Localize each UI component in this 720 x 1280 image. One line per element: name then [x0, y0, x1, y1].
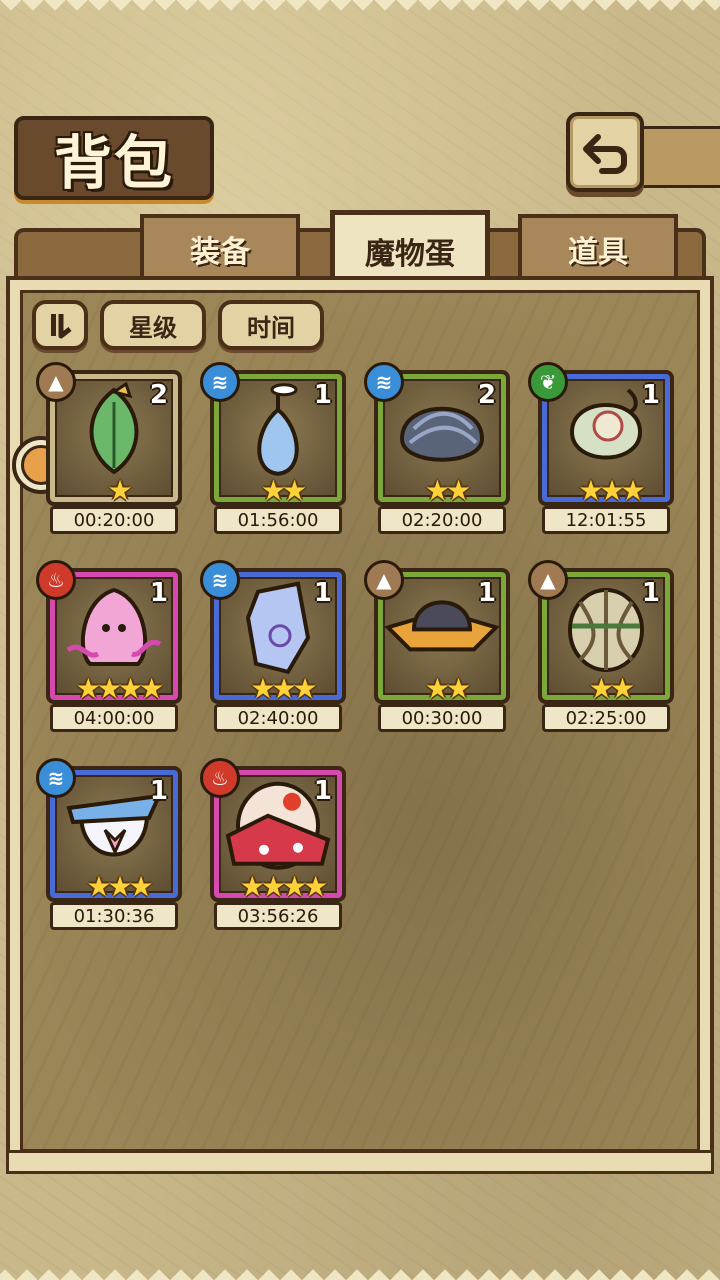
egg-count: 1 — [313, 776, 332, 806]
tab-items-label: 道具 — [568, 235, 628, 270]
egg-card[interactable]: ★ 2 ▲ 00:20:00 — [36, 362, 186, 534]
tab-items[interactable]: 道具 — [518, 214, 678, 280]
egg-count: 1 — [477, 578, 496, 608]
egg-count: 1 — [313, 380, 332, 410]
egg-star-rating: ★ — [107, 474, 132, 506]
egg-count: 1 — [641, 380, 660, 410]
egg-card[interactable]: ★★ 1 ▲ 00:30:00 — [364, 560, 514, 732]
egg-star-rating: ★★★ — [86, 870, 153, 902]
sort-by-time-button[interactable]: 时间 — [218, 300, 324, 350]
egg-star-rating: ★★★★ — [75, 672, 164, 704]
egg-hatch-timer: 03:56:26 — [214, 902, 342, 930]
egg-hatch-timer: 01:56:00 — [214, 506, 342, 534]
element-water-icon: ≋ — [36, 758, 76, 798]
egg-count: 1 — [313, 578, 332, 608]
element-earth-icon: ▲ — [36, 362, 76, 402]
element-water-icon: ≋ — [200, 560, 240, 600]
egg-star-rating: ★★ — [424, 474, 471, 506]
element-water-icon: ≋ — [364, 362, 404, 402]
egg-star-rating: ★★★ — [578, 474, 645, 506]
egg-card[interactable]: ★★★ 1 ❦ 12:01:55 — [528, 362, 678, 534]
egg-card[interactable]: ★★★ 1 ≋ 01:30:36 — [36, 758, 186, 930]
tab-equipment[interactable]: 装备 — [140, 214, 300, 280]
sort-by-time-label: 时间 — [247, 313, 295, 342]
element-earth-icon: ▲ — [528, 560, 568, 600]
tab-monster-eggs-label: 魔物蛋 — [365, 236, 455, 272]
sort-toggle-icon — [51, 314, 72, 339]
page-title-plate: 背包 — [14, 116, 214, 200]
egg-card[interactable]: ★★★★ 1 ♨ 04:00:00 — [36, 560, 186, 732]
sort-order-button[interactable] — [32, 300, 88, 350]
egg-hatch-timer: 01:30:36 — [50, 902, 178, 930]
egg-hatch-timer: 04:00:00 — [50, 704, 178, 732]
sort-by-star-button[interactable]: 星级 — [100, 300, 206, 350]
element-nature-icon: ❦ — [528, 362, 568, 402]
bottom-border — [0, 1258, 720, 1280]
egg-star-rating: ★★ — [424, 672, 471, 704]
egg-star-rating: ★★★★ — [239, 870, 328, 902]
monster-egg-shell-icon — [394, 389, 490, 477]
element-fire-icon: ♨ — [200, 758, 240, 798]
monster-egg-melon-icon — [558, 382, 654, 482]
monster-egg-leaf-icon — [74, 381, 154, 482]
egg-hatch-timer: 12:01:55 — [542, 506, 670, 534]
back-arrow-icon — [583, 134, 627, 174]
egg-star-rating: ★★ — [260, 474, 307, 506]
element-earth-icon: ▲ — [364, 560, 404, 600]
sort-by-star-label: 星级 — [129, 313, 177, 342]
egg-card[interactable]: ★★★ 1 ≋ 02:40:00 — [200, 560, 350, 732]
back-button[interactable] — [566, 112, 644, 192]
egg-count: 1 — [149, 776, 168, 806]
egg-count: 2 — [477, 380, 496, 410]
egg-card[interactable]: ★★★★ 1 ♨ 03:56:26 — [200, 758, 350, 930]
egg-card[interactable]: ★★ 1 ▲ 02:25:00 — [528, 560, 678, 732]
egg-count: 1 — [149, 578, 168, 608]
element-water-icon: ≋ — [200, 362, 240, 402]
monster-egg-crystal-icon — [238, 578, 318, 682]
tab-equipment-label: 装备 — [190, 235, 250, 270]
monster-egg-cage-icon — [558, 580, 654, 680]
egg-hatch-timer: 00:30:00 — [378, 704, 506, 732]
top-border — [0, 0, 720, 22]
egg-count: 2 — [149, 380, 168, 410]
egg-star-rating: ★★★ — [250, 672, 317, 704]
egg-hatch-timer: 02:20:00 — [378, 506, 506, 534]
back-rail — [640, 126, 720, 188]
egg-hatch-timer: 02:25:00 — [542, 704, 670, 732]
element-fire-icon: ♨ — [36, 560, 76, 600]
panel-footer — [6, 1150, 714, 1174]
monster-egg-drop-icon — [238, 380, 318, 484]
tab-monster-eggs[interactable]: 魔物蛋 — [330, 210, 490, 286]
egg-star-rating: ★★ — [588, 672, 635, 704]
egg-card[interactable]: ★★ 2 ≋ 02:20:00 — [364, 362, 514, 534]
egg-card[interactable]: ★★ 1 ≋ 01:56:00 — [200, 362, 350, 534]
page-title: 背包 — [53, 129, 174, 197]
egg-hatch-timer: 00:20:00 — [50, 506, 178, 534]
egg-hatch-timer: 02:40:00 — [214, 704, 342, 732]
egg-count: 1 — [641, 578, 660, 608]
